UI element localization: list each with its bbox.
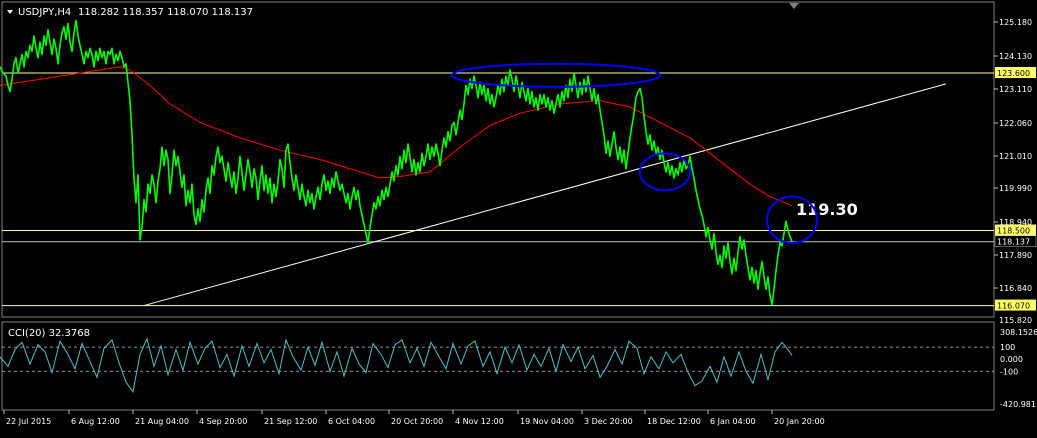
time-tick-label: 4 Nov 12:00 <box>455 417 504 426</box>
level-price-label: 123.600 <box>997 69 1030 78</box>
price-tick-label: 124.130 <box>999 52 1032 61</box>
level-price-label: 116.070 <box>997 302 1030 311</box>
price-callout: 119.30 <box>796 200 858 219</box>
cci-tick-label: 308.1526 <box>1000 328 1037 337</box>
cci-tick-label: 0.000 <box>1000 355 1023 364</box>
chart-root: USDJPY,H4 118.282 118.357 118.070 118.13… <box>0 0 1037 434</box>
price-tick-label: 121.010 <box>999 152 1032 161</box>
symbol-label: USDJPY,H4 <box>18 7 71 18</box>
time-tick-label: 21 Aug 04:00 <box>135 417 189 426</box>
time-tick-label: 3 Dec 20:00 <box>584 417 633 426</box>
price-tick-label: 123.110 <box>999 85 1032 94</box>
time-tick-label: 6 Oct 04:00 <box>328 417 375 426</box>
level-price-label: 118.137 <box>997 238 1030 247</box>
time-tick-label: 18 Dec 12:00 <box>647 417 701 426</box>
time-tick-label: 20 Jan 20:00 <box>774 417 825 426</box>
time-tick-label: 19 Nov 04:00 <box>520 417 574 426</box>
price-tick-label: 119.990 <box>999 184 1032 193</box>
ohlc-label: 118.282 118.357 118.070 118.137 <box>78 7 253 18</box>
cci-tick-label: -100 <box>1000 367 1018 376</box>
level-price-label: 118.500 <box>997 227 1030 236</box>
cci-tick-label: 100 <box>1000 343 1015 352</box>
chart-canvas: USDJPY,H4 118.282 118.357 118.070 118.13… <box>0 0 1037 434</box>
time-tick-label: 6 Jan 04:00 <box>710 417 756 426</box>
time-tick-label: 21 Sep 12:00 <box>264 417 317 426</box>
price-tick-label: 122.060 <box>999 119 1032 128</box>
cci-label: CCI(20) 32.3768 <box>8 328 90 339</box>
time-tick-label: 6 Aug 12:00 <box>71 417 120 426</box>
price-tick-label: 117.890 <box>999 251 1032 260</box>
time-tick-label: 22 Jul 2015 <box>6 417 51 426</box>
price-tick-label: 116.840 <box>999 284 1032 293</box>
price-tick-label: 118.940 <box>999 218 1032 227</box>
time-tick-label: 20 Oct 20:00 <box>391 417 443 426</box>
time-tick-label: 4 Sep 20:00 <box>199 417 247 426</box>
cci-tick-label: -420.981 <box>1000 400 1036 409</box>
price-tick-label: 115.820 <box>999 316 1032 325</box>
price-tick-label: 125.180 <box>999 18 1032 27</box>
